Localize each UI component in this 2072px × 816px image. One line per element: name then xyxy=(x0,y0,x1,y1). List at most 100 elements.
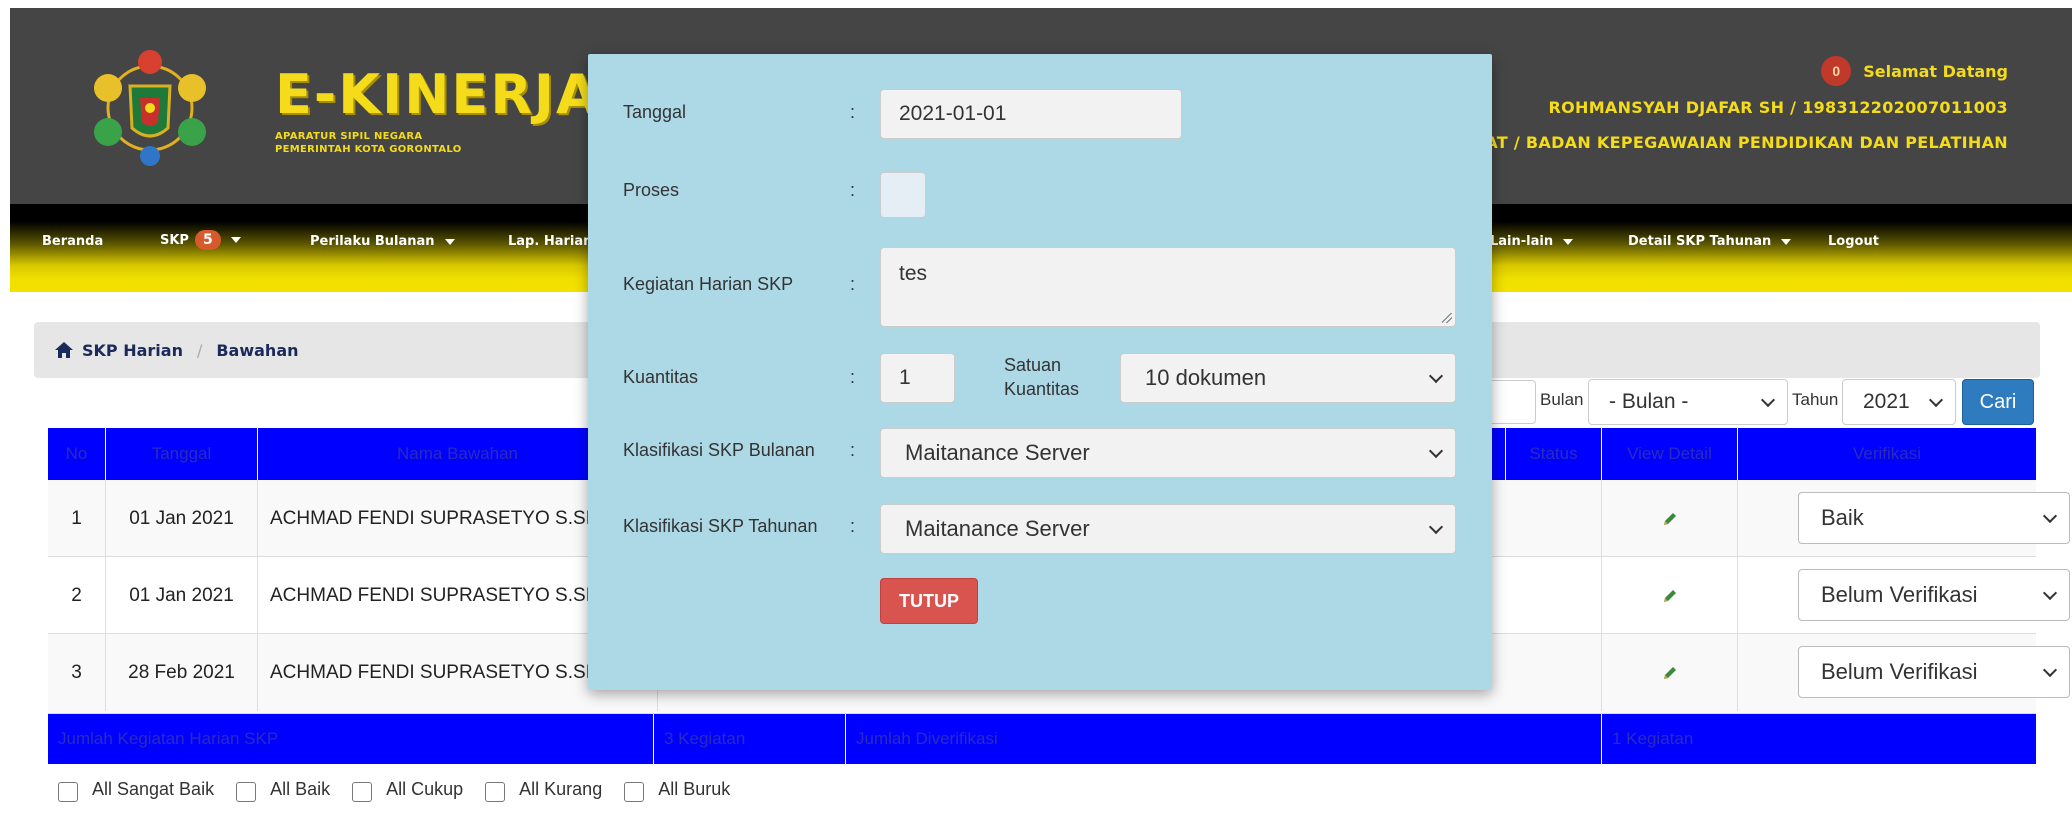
pencil-icon[interactable] xyxy=(1662,665,1678,681)
home-icon xyxy=(55,342,73,358)
footer-jumlah-label: Jumlah Kegiatan Harian SKP xyxy=(48,714,654,764)
chevron-down-icon xyxy=(444,238,455,245)
pencil-icon[interactable] xyxy=(1662,588,1678,604)
verifikasi-select[interactable]: Belum Verifikasi xyxy=(1798,646,2070,698)
chevron-down-icon xyxy=(1563,238,1574,245)
colon: : xyxy=(850,440,856,460)
bulan-select[interactable]: - Bulan - xyxy=(1588,379,1788,425)
cell-status xyxy=(1506,634,1602,711)
user-area: 0 Selamat Datang ROHMANSYAH DJAFAR SH / … xyxy=(1475,56,2008,152)
label-all-sangat-baik: All Sangat Baik xyxy=(92,778,215,799)
table-footer: Jumlah Kegiatan Harian SKP 3 Kegiatan Ju… xyxy=(48,714,2036,764)
cell-no: 3 xyxy=(48,634,106,711)
nav-lap-harian[interactable]: Lap. Harian xyxy=(508,234,592,249)
nav-detail-skp-tahunan[interactable]: Detail SKP Tahunan xyxy=(1628,234,1792,249)
footer-diverifikasi-value: 1 Kegiatan xyxy=(1612,729,1694,748)
resize-handle-icon[interactable] xyxy=(1442,313,1452,323)
chevron-down-icon xyxy=(2042,508,2058,524)
satuan-kuantitas-label: Satuan Kuantitas xyxy=(1004,355,1080,399)
cell-status xyxy=(1506,480,1602,557)
cell-tanggal: 01 Jan 2021 xyxy=(106,557,258,634)
colon: : xyxy=(850,102,856,122)
cell-view-detail xyxy=(1602,634,1738,711)
verifikasi-select[interactable]: Baik xyxy=(1798,492,2070,544)
chevron-down-icon xyxy=(1928,392,1944,408)
nav-skp[interactable]: SKP 5 xyxy=(160,230,241,250)
label-all-kurang: All Kurang xyxy=(519,778,603,799)
klasifikasi-tahunan-label: Klasifikasi SKP Tahunan xyxy=(623,516,818,536)
city-emblem-logo xyxy=(94,50,206,166)
cell-status xyxy=(1506,557,1602,634)
kuantitas-input[interactable]: 1 xyxy=(880,353,955,403)
tanggal-label: Tanggal xyxy=(623,102,687,122)
checkbox-all-baik[interactable] xyxy=(236,782,257,802)
nav-beranda[interactable]: Beranda xyxy=(42,234,103,249)
tahun-label: Tahun xyxy=(1792,390,1839,409)
chevron-down-icon xyxy=(1428,368,1444,384)
th-view-detail: View Detail xyxy=(1602,428,1738,480)
th-status: Status xyxy=(1506,428,1602,480)
th-verifikasi: Verifikasi xyxy=(1852,444,1922,463)
bulk-verification-checks: All Sangat Baik All Baik All Cukup All K… xyxy=(58,776,752,802)
chevron-down-icon xyxy=(1781,238,1792,245)
kegiatan-label: Kegiatan Harian SKP xyxy=(623,274,794,294)
skp-count-badge: 5 xyxy=(194,230,221,250)
label-all-buruk: All Buruk xyxy=(658,778,731,799)
checkbox-all-sangat-baik[interactable] xyxy=(58,782,78,802)
colon: : xyxy=(850,367,856,387)
kegiatan-textarea[interactable]: tes xyxy=(880,247,1456,327)
notification-badge[interactable]: 0 xyxy=(1821,56,1852,86)
kuantitas-label: Kuantitas xyxy=(623,367,699,387)
breadcrumb-separator: / xyxy=(196,340,203,360)
colon: : xyxy=(850,180,856,200)
tanggal-input[interactable]: 2021-01-01 xyxy=(880,89,1182,139)
brand-subtitle-line2: PEMERINTAH KOTA GORONTALO xyxy=(275,144,462,155)
klasifikasi-bulanan-label: Klasifikasi SKP Bulanan xyxy=(623,440,815,460)
cell-no: 2 xyxy=(48,557,106,634)
chevron-down-icon xyxy=(2042,662,2058,678)
footer-jumlah-value: 3 Kegiatan xyxy=(654,714,846,764)
brand-title: E-KINERJA xyxy=(275,63,600,126)
search-filter-input[interactable] xyxy=(1488,380,1536,424)
nav-perilaku-bulanan[interactable]: Perilaku Bulanan xyxy=(310,234,455,249)
chevron-down-icon xyxy=(2042,585,2058,601)
brand-subtitle-line1: APARATUR SIPIL NEGARA xyxy=(275,131,423,142)
label-all-cukup: All Cukup xyxy=(386,778,464,799)
satuan-select[interactable]: 10 dokumen xyxy=(1120,353,1456,403)
user-unit: LAT / BADAN KEPEGAWAIAN PENDIDIKAN DAN P… xyxy=(1474,133,2008,152)
th-tanggal: Tanggal xyxy=(106,428,258,480)
checkbox-all-kurang[interactable] xyxy=(485,782,506,802)
detail-modal: Tanggal : 2021-01-01 Proses : Kegiatan H… xyxy=(588,54,1492,690)
klasifikasi-bulanan-select[interactable]: Maitanance Server xyxy=(880,428,1456,478)
label-all-baik: All Baik xyxy=(270,778,331,799)
checkbox-all-buruk[interactable] xyxy=(624,782,645,802)
chevron-down-icon xyxy=(1428,519,1444,535)
nav-logout[interactable]: Logout xyxy=(1828,234,1879,249)
cell-view-detail xyxy=(1602,557,1738,634)
footer-diverifikasi-label: Jumlah Diverifikasi xyxy=(846,714,1602,764)
chevron-down-icon xyxy=(230,237,241,243)
cari-button[interactable]: Cari xyxy=(1962,379,2034,425)
cell-view-detail xyxy=(1602,480,1738,557)
cell-no: 1 xyxy=(48,480,106,557)
proses-label: Proses xyxy=(623,180,680,200)
bulan-label: Bulan xyxy=(1540,390,1584,409)
breadcrumb-skp-harian[interactable]: SKP Harian xyxy=(82,341,183,360)
colon: : xyxy=(850,516,856,536)
colon: : xyxy=(850,274,856,294)
pencil-icon[interactable] xyxy=(1662,511,1678,527)
nav-lain-lain[interactable]: Lain-lain xyxy=(1490,234,1574,249)
breadcrumb-bawahan: Bawahan xyxy=(216,340,299,360)
user-name-nip: ROHMANSYAH DJAFAR SH / 19831220200701100… xyxy=(1548,98,2008,117)
tutup-button[interactable]: TUTUP xyxy=(880,578,978,624)
welcome-text: Selamat Datang xyxy=(1863,61,2008,81)
klasifikasi-tahunan-select[interactable]: Maitanance Server xyxy=(880,504,1456,554)
cell-tanggal: 28 Feb 2021 xyxy=(106,634,258,711)
verifikasi-select[interactable]: Belum Verifikasi xyxy=(1798,569,2070,621)
proses-checkbox[interactable] xyxy=(880,172,926,218)
tahun-select[interactable]: 2021 xyxy=(1842,379,1956,425)
chevron-down-icon xyxy=(1428,443,1444,459)
checkbox-all-cukup[interactable] xyxy=(352,782,373,802)
cell-tanggal: 01 Jan 2021 xyxy=(106,480,258,557)
brand-block: E-KINERJA APARATUR SIPIL NEGARA PEMERINT… xyxy=(275,68,600,156)
